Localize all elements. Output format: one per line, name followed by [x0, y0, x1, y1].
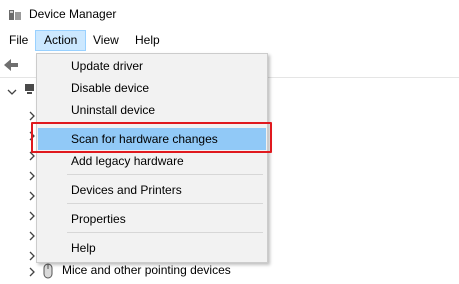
back-arrow-icon[interactable]: [3, 58, 19, 72]
action-dropdown-menu: Update driver Disable device Uninstall d…: [36, 53, 268, 263]
menu-action[interactable]: Action: [35, 30, 87, 51]
menu-update-driver[interactable]: Update driver: [38, 55, 266, 77]
menu-add-legacy-hardware[interactable]: Add legacy hardware: [38, 150, 266, 172]
mouse-icon: [43, 263, 53, 279]
menu-help[interactable]: Help: [128, 30, 167, 51]
menu-help-item[interactable]: Help: [38, 237, 266, 259]
device-manager-icon: [9, 10, 21, 20]
annotation-highlight-box: [31, 122, 272, 153]
menu-separator: [67, 232, 263, 233]
menu-separator: [67, 174, 263, 175]
menu-bar: File Action View Help: [0, 29, 459, 52]
menu-uninstall-device[interactable]: Uninstall device: [38, 99, 266, 121]
menu-view[interactable]: View: [86, 30, 126, 51]
menu-separator: [67, 203, 263, 204]
menu-devices-and-printers[interactable]: Devices and Printers: [38, 179, 266, 201]
menu-properties[interactable]: Properties: [38, 208, 266, 230]
menu-disable-device[interactable]: Disable device: [38, 77, 266, 99]
menu-file[interactable]: File: [2, 30, 35, 51]
window-title: Device Manager: [29, 7, 117, 21]
tree-node-label: Mice and other pointing devices: [62, 263, 231, 277]
expand-chevron-icon[interactable]: [27, 267, 37, 277]
collapse-chevron-icon[interactable]: [7, 87, 17, 97]
title-bar: Device Manager: [0, 0, 459, 29]
